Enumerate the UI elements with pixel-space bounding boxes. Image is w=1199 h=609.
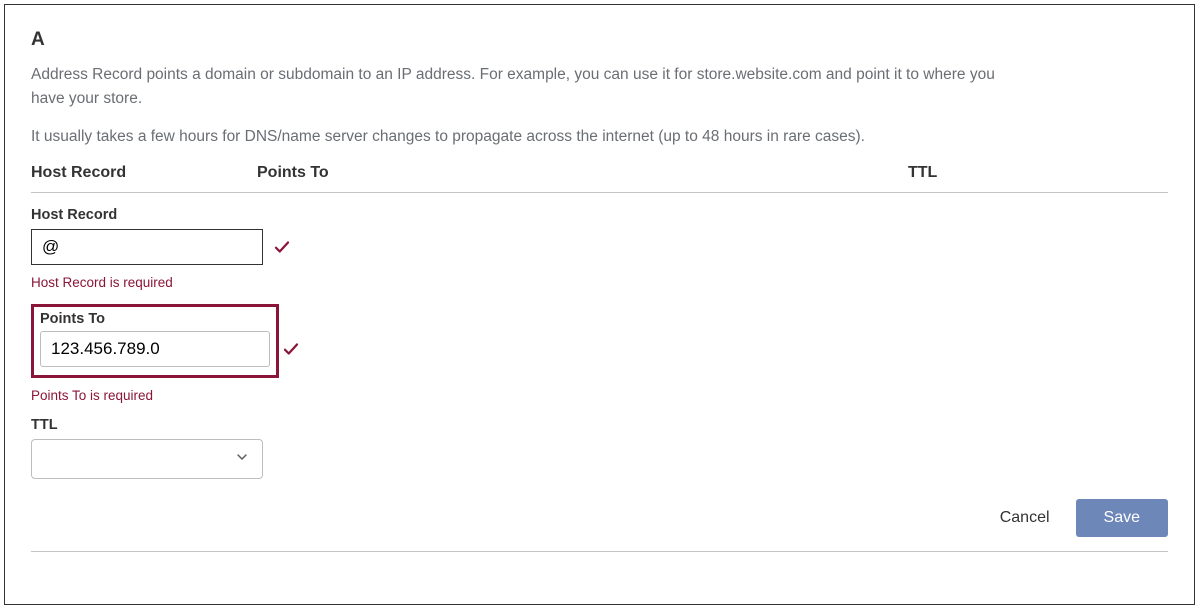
form-footer: Cancel Save: [31, 493, 1168, 552]
host-record-label: Host Record: [31, 207, 1168, 223]
ttl-field-group: TTL: [31, 417, 1168, 479]
col-header-points-to: Points To: [257, 164, 908, 182]
checkmark-icon: [282, 340, 300, 358]
points-to-label: Points To: [40, 311, 270, 327]
host-record-error: Host Record is required: [31, 275, 1168, 290]
record-description-1: Address Record points a domain or subdom…: [31, 63, 1031, 111]
cancel-button[interactable]: Cancel: [996, 503, 1054, 533]
chevron-down-icon: [234, 449, 250, 470]
host-record-input-wrapper: [31, 229, 263, 265]
points-to-highlight: Points To: [31, 304, 279, 378]
host-record-field-group: Host Record Host Record is required: [31, 207, 1168, 290]
checkmark-icon: [273, 238, 291, 256]
host-record-input[interactable]: [32, 233, 273, 261]
ttl-label: TTL: [31, 417, 1168, 433]
save-button[interactable]: Save: [1076, 499, 1168, 537]
points-to-error: Points To is required: [31, 388, 1168, 403]
record-type-title: A: [31, 29, 1168, 51]
ttl-select[interactable]: [31, 439, 263, 479]
record-description-2: It usually takes a few hours for DNS/nam…: [31, 125, 1168, 148]
points-to-field-group: Points To Points To is required: [31, 304, 1168, 403]
col-header-host: Host Record: [31, 164, 257, 182]
points-to-input[interactable]: [41, 335, 282, 363]
points-to-input-wrapper: [40, 331, 270, 367]
col-header-ttl: TTL: [908, 164, 1168, 182]
dns-record-panel: A Address Record points a domain or subd…: [4, 4, 1195, 605]
column-headers: Host Record Points To TTL: [31, 164, 1168, 193]
